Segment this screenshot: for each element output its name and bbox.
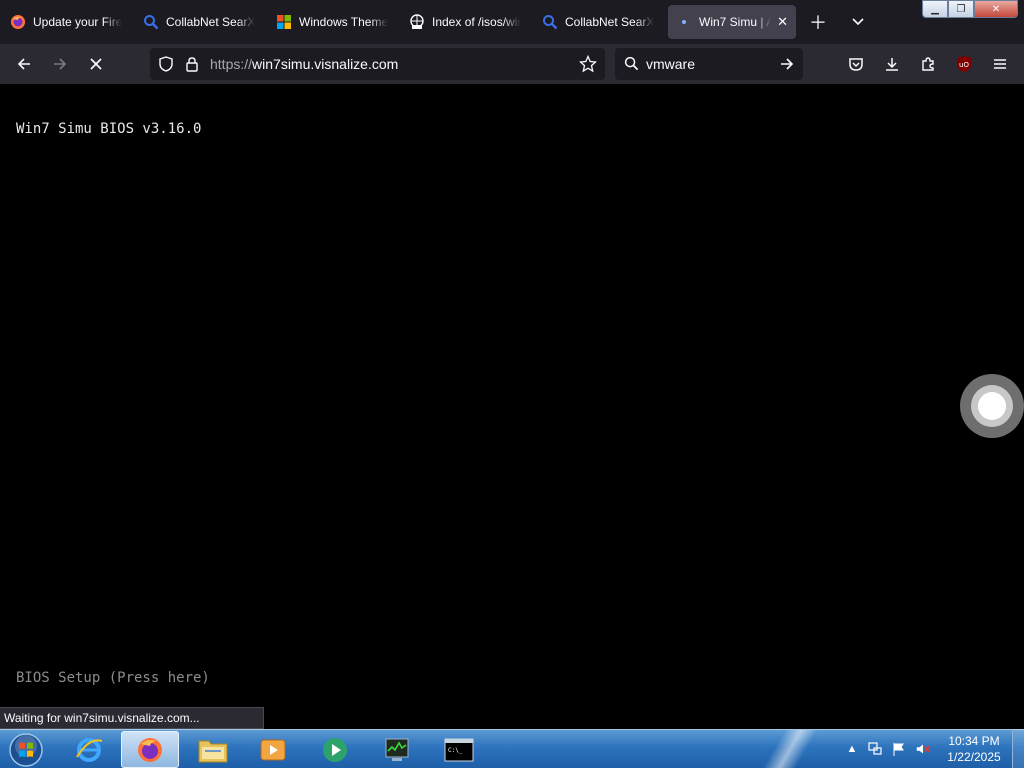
tray-action-center[interactable] [891, 741, 907, 757]
window-controls: ▁ ❐ ✕ [922, 0, 1018, 18]
assistive-touch-button[interactable] [960, 374, 1024, 438]
minimize-button[interactable]: ▁ [922, 0, 948, 18]
taskbar-media-player[interactable] [244, 731, 302, 768]
taskbar-firefox[interactable] [121, 731, 179, 768]
downloads-button[interactable] [880, 52, 904, 76]
chevron-up-icon: ▲ [846, 743, 858, 755]
search-input[interactable]: vmware [646, 56, 695, 72]
tab-label: Windows Themes [299, 15, 388, 29]
clock-date: 1/22/2025 [947, 750, 1001, 764]
media-player-icon [260, 739, 286, 760]
url-prefix: https:// [210, 56, 253, 72]
url-bar[interactable]: https://win7simu.visnalize.com [150, 48, 605, 80]
svg-text:C:\_: C:\_ [448, 747, 463, 754]
forward-button[interactable] [48, 52, 72, 76]
tab-label: CollabNet SearXNG [166, 15, 255, 29]
tab-index-isos[interactable]: Index of /isos/win [401, 5, 529, 39]
restore-icon: ❐ [956, 3, 966, 15]
arrow-left-icon [17, 58, 30, 70]
url-host: win7simu.visnalize.com [252, 56, 399, 72]
tab-strip: Update your Firefox CollabNet SearXNG Wi… [0, 0, 1024, 44]
lock-icon[interactable] [184, 56, 200, 77]
tab-label: Update your Firefox [33, 15, 122, 29]
search-icon [542, 14, 558, 30]
clock-time: 10:34 PM [948, 734, 1000, 748]
tab-label: Win7 Simu | A [699, 15, 772, 29]
taskbar-task-manager[interactable] [368, 731, 426, 768]
windows-orb-icon [9, 733, 43, 767]
taskbar-clock[interactable]: 10:34 PM 1/22/2025 [940, 733, 1008, 765]
tab-label: Index of /isos/win [432, 15, 521, 29]
bios-setup-link[interactable]: BIOS Setup (Press here) [16, 670, 210, 686]
puzzle-icon [922, 57, 934, 71]
taskbar-command-prompt[interactable]: C:\_ [430, 731, 488, 768]
firefox-icon [10, 14, 26, 30]
ublock-shield-icon: uO [957, 56, 971, 72]
taskbar-internet-explorer[interactable] [60, 731, 118, 768]
chevron-down-icon [852, 18, 864, 26]
minimize-icon: ▁ [931, 3, 939, 15]
tab-collabnet-searxng-1[interactable]: CollabNet SearXNG [135, 5, 263, 39]
nav-bar: https://win7simu.visnalize.com vmware uO [0, 44, 1024, 106]
tray-volume[interactable] [915, 741, 931, 757]
stop-x-icon [90, 58, 102, 70]
tray-network[interactable] [867, 741, 883, 757]
show-hidden-icons-button[interactable]: ▲ [844, 741, 860, 757]
taskbar-media-center[interactable] [306, 731, 364, 768]
folder-globe-icon [409, 14, 425, 30]
search-icon [624, 56, 639, 76]
ublock-button[interactable]: uO [952, 52, 976, 76]
hamburger-menu-icon [994, 59, 1006, 69]
back-button[interactable] [12, 52, 36, 76]
start-button[interactable] [6, 731, 46, 768]
windows-logo-icon [276, 14, 292, 30]
status-panel: Waiting for win7simu.visnalize.com... [0, 707, 264, 729]
app-menu-button[interactable] [988, 52, 1012, 76]
close-window-button[interactable]: ✕ [974, 0, 1018, 18]
pocket-icon [849, 58, 863, 71]
command-prompt-icon: C:\_ [444, 738, 474, 761]
close-icon: ✕ [991, 3, 1001, 15]
list-all-tabs-button[interactable] [846, 10, 870, 34]
search-icon [143, 14, 159, 30]
page-content: Win7 Simu BIOS v3.16.0 BIOS Setup (Press… [0, 84, 1024, 729]
download-icon [886, 58, 898, 71]
search-go-icon[interactable] [779, 56, 795, 77]
search-bar[interactable]: vmware [615, 48, 803, 80]
taskbar-windows-explorer[interactable] [184, 731, 242, 768]
assistive-ring-icon [971, 385, 1013, 427]
extensions-button[interactable] [916, 52, 940, 76]
svg-text:uO: uO [959, 61, 969, 69]
plus-icon: ＋ [809, 13, 827, 33]
media-center-icon [323, 737, 347, 762]
tab-win7-simu[interactable]: Win7 Simu | A ✕ [668, 5, 796, 39]
volume-muted-icon [916, 744, 930, 754]
pocket-button[interactable] [844, 52, 868, 76]
stop-loading-button[interactable] [84, 52, 108, 76]
show-desktop-button[interactable] [1012, 729, 1024, 768]
url-text: https://win7simu.visnalize.com [210, 56, 398, 72]
restore-button[interactable]: ❐ [948, 0, 974, 18]
tab-update-firefox[interactable]: Update your Firefox [2, 5, 130, 39]
tab-label: CollabNet SearXNG [565, 15, 654, 29]
folder-icon [198, 740, 228, 762]
tab-windows-themes[interactable]: Windows Themes [268, 5, 396, 39]
network-icon [868, 742, 882, 755]
flag-icon [893, 743, 904, 756]
task-manager-icon [385, 738, 409, 761]
tab-collabnet-searxng-2[interactable]: CollabNet SearXNG [534, 5, 662, 39]
firefox-icon [138, 737, 162, 762]
internet-explorer-icon [76, 737, 103, 762]
new-tab-button[interactable]: ＋ [806, 10, 830, 34]
shield-icon[interactable] [158, 56, 174, 77]
close-tab-icon[interactable]: ✕ [777, 14, 788, 30]
bookmark-star-icon[interactable] [578, 54, 598, 78]
browser-window: Update your Firefox CollabNet SearXNG Wi… [0, 0, 1024, 768]
page-dot-icon [676, 14, 692, 30]
arrow-right-icon [54, 58, 67, 70]
bios-title: Win7 Simu BIOS v3.16.0 [16, 121, 202, 137]
